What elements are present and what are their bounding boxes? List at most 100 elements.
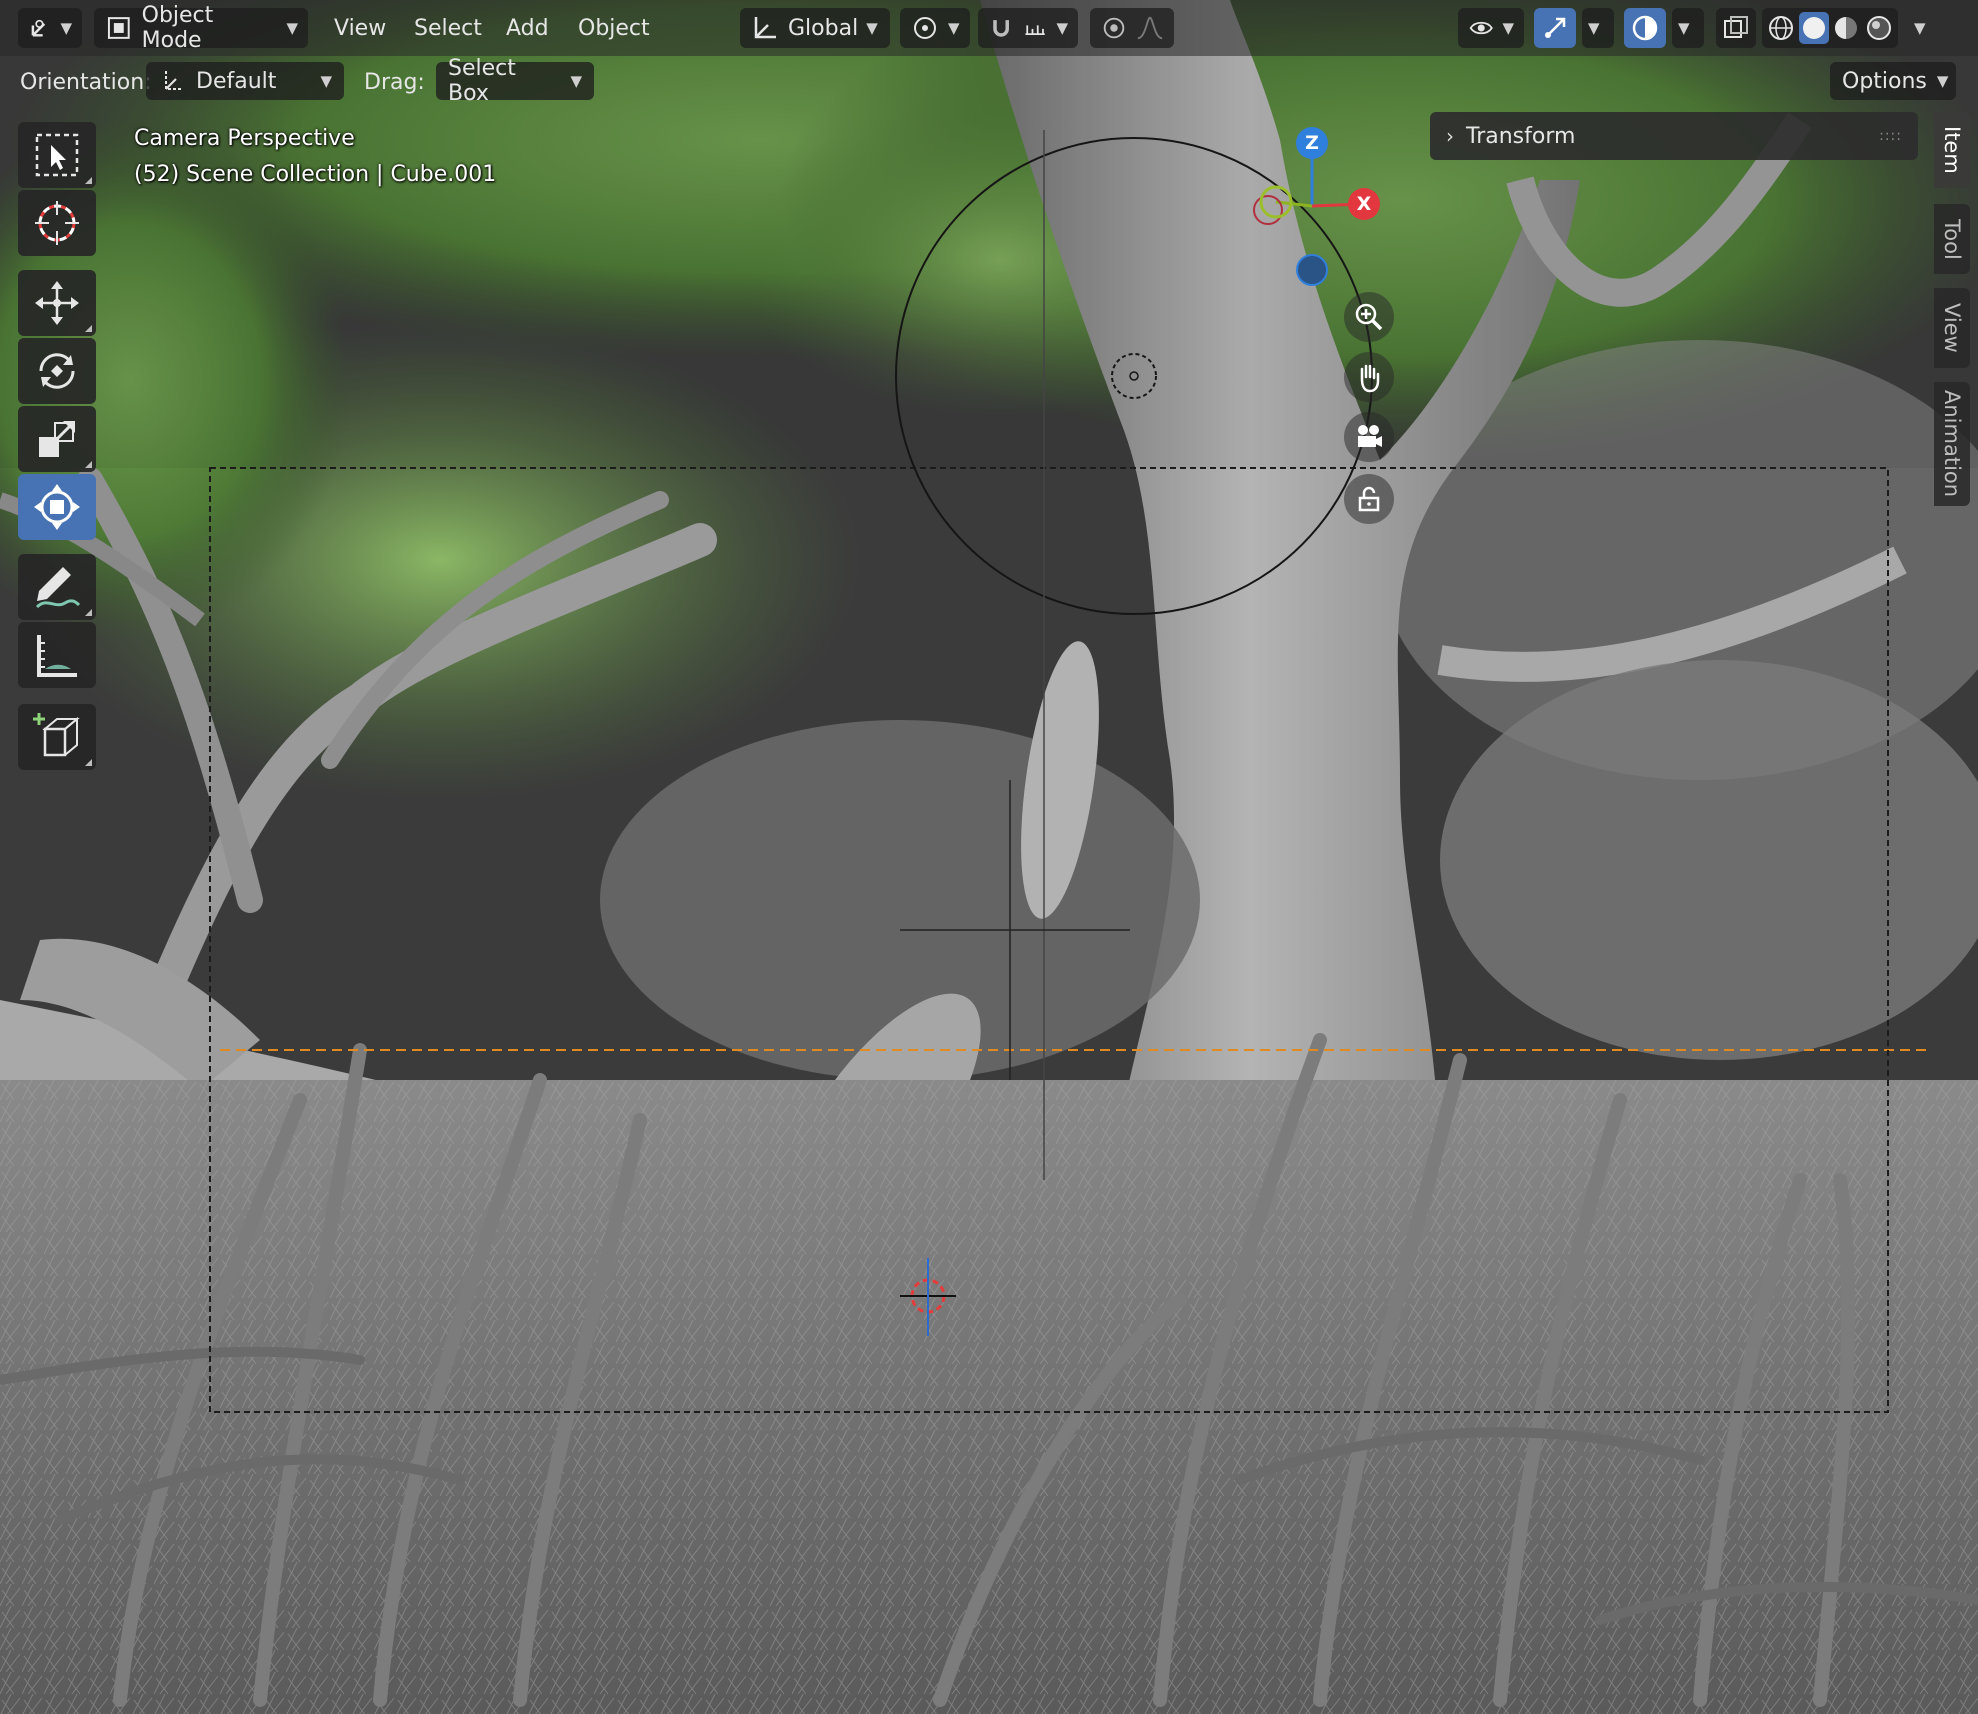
chevron-right-icon: › (1446, 124, 1454, 148)
tab-tool[interactable]: Tool (1934, 204, 1970, 274)
view-name-text: Camera Perspective (134, 126, 355, 151)
gizmo-x-axis-button[interactable]: X (1348, 188, 1380, 220)
overlay-toggle-button[interactable] (1624, 8, 1666, 48)
chevron-down-icon: ▼ (60, 19, 72, 37)
add-cube-tool[interactable] (18, 704, 96, 770)
editor-type-button[interactable]: ▼ (18, 8, 82, 48)
proportional-edit-icon (1103, 17, 1125, 39)
gizmo-x-label: X (1356, 193, 1372, 215)
xray-icon (1724, 16, 1748, 38)
eye-icon (1469, 21, 1493, 35)
tool-variants-indicator (85, 759, 92, 766)
options-dropdown[interactable]: Options ▼ (1830, 62, 1956, 100)
add-cube-icon (33, 713, 80, 757)
shading-dropdown[interactable]: ▼ (1906, 8, 1942, 48)
orientation-label: Global (788, 15, 859, 41)
view3d-icon (31, 19, 46, 37)
chevron-down-icon: ▼ (866, 19, 878, 37)
orientation-dropdown[interactable]: Global ▼ (740, 8, 890, 48)
menu-view[interactable]: View (334, 8, 386, 48)
rotate-tool[interactable] (18, 338, 96, 404)
measure-icon (37, 635, 77, 677)
orientation-setting-dropdown[interactable]: Default ▼ (146, 62, 344, 100)
tab-item[interactable]: Item (1934, 112, 1970, 188)
rendered-shading-icon[interactable] (1864, 12, 1895, 44)
scale-icon (39, 421, 75, 457)
viewport-scene (0, 0, 1978, 1714)
measure-tool[interactable] (18, 622, 96, 688)
chevron-down-icon: ▼ (1678, 19, 1690, 37)
tool-variants-indicator (85, 609, 92, 616)
snap-increment-icon (1025, 25, 1045, 35)
drag-setting-dropdown[interactable]: Select Box ▼ (436, 56, 594, 106)
chevron-down-icon: ▼ (320, 72, 332, 90)
cursor-tool[interactable] (18, 190, 96, 256)
tool-variants-indicator (85, 325, 92, 332)
zoom-button[interactable] (1344, 292, 1394, 342)
select-box-tool[interactable] (18, 122, 96, 188)
zoom-icon (1355, 303, 1383, 331)
transform-icon (34, 484, 80, 530)
shading-mode-group (1762, 8, 1898, 48)
tab-view-label: View (1940, 303, 1964, 353)
visibility-dropdown[interactable]: ▼ (1458, 8, 1524, 48)
falloff-curve-icon (1137, 16, 1163, 40)
pan-button[interactable] (1344, 352, 1394, 402)
tab-item-label: Item (1940, 126, 1964, 174)
tab-tool-label: Tool (1940, 218, 1964, 260)
transform-tool[interactable] (18, 474, 96, 540)
solid-shading-icon[interactable] (1798, 12, 1829, 44)
camera-view-icon (1358, 425, 1382, 447)
mode-dropdown[interactable]: Object Mode ▼ (94, 3, 308, 53)
move-tool[interactable] (18, 270, 96, 336)
wireframe-shading-icon[interactable] (1766, 12, 1797, 44)
tool-settings-bar: Orientation: Default ▼ Drag: Select Box … (0, 56, 1978, 106)
orientation-setting-value: Default (196, 68, 277, 94)
snap-group[interactable]: ▼ (978, 8, 1078, 48)
drag-setting-value: Select Box (448, 56, 516, 106)
chevron-down-icon: ▼ (1502, 19, 1514, 37)
camera-view-button[interactable] (1344, 412, 1394, 462)
transform-panel-header[interactable]: › Transform :::: (1430, 112, 1918, 160)
object-mode-icon (107, 17, 130, 39)
chevron-down-icon: ▼ (948, 19, 960, 37)
lock-camera-button[interactable] (1344, 474, 1394, 524)
chevron-down-icon: ▼ (286, 19, 298, 37)
navigation-gizmo[interactable]: Z X (1230, 120, 1390, 300)
overlay-dropdown[interactable]: ▼ (1672, 8, 1704, 48)
tab-animation[interactable]: Animation (1934, 382, 1970, 506)
chevron-down-icon: ▼ (570, 72, 582, 90)
orientation-global-icon (754, 17, 776, 39)
drag-handle-icon[interactable]: :::: (1879, 128, 1902, 144)
gizmo-toggle-button[interactable] (1534, 8, 1576, 48)
drag-setting-label: Drag: (364, 69, 425, 95)
annotate-tool[interactable] (18, 554, 96, 620)
proportional-editing-group[interactable] (1090, 8, 1174, 48)
chevron-down-icon: ▼ (1056, 19, 1068, 37)
select-box-icon (35, 133, 79, 177)
move-icon (35, 281, 79, 325)
gizmo-toggle-icon (1545, 17, 1566, 38)
xray-toggle-button[interactable] (1716, 8, 1756, 48)
orientation-default-icon (165, 71, 182, 90)
chevron-down-icon: ▼ (1588, 19, 1600, 37)
pivot-point-dropdown[interactable]: ▼ (900, 8, 970, 48)
material-shading-icon[interactable] (1831, 12, 1862, 44)
tab-animation-label: Animation (1940, 390, 1964, 498)
overlay-icon (1632, 15, 1658, 41)
collection-info-text: (52) Scene Collection | Cube.001 (134, 162, 497, 187)
orientation-setting-label: Orientation: (20, 69, 152, 95)
cursor-icon (35, 201, 79, 245)
gizmo-dropdown[interactable]: ▼ (1582, 8, 1614, 48)
3d-viewport[interactable]: ▼ Object Mode ▼ View Select Add Object G… (0, 0, 1978, 1714)
tab-view[interactable]: View (1934, 288, 1970, 368)
pivot-point-icon (914, 17, 936, 39)
menu-object[interactable]: Object (578, 8, 650, 48)
gizmo-z-axis-button[interactable]: Z (1296, 127, 1328, 159)
mode-label: Object Mode (141, 3, 214, 53)
menu-select[interactable]: Select (414, 8, 482, 48)
menu-add[interactable]: Add (506, 8, 549, 48)
gizmo-z-label: Z (1305, 132, 1319, 154)
scale-tool[interactable] (18, 406, 96, 472)
pan-hand-icon (1360, 364, 1380, 393)
